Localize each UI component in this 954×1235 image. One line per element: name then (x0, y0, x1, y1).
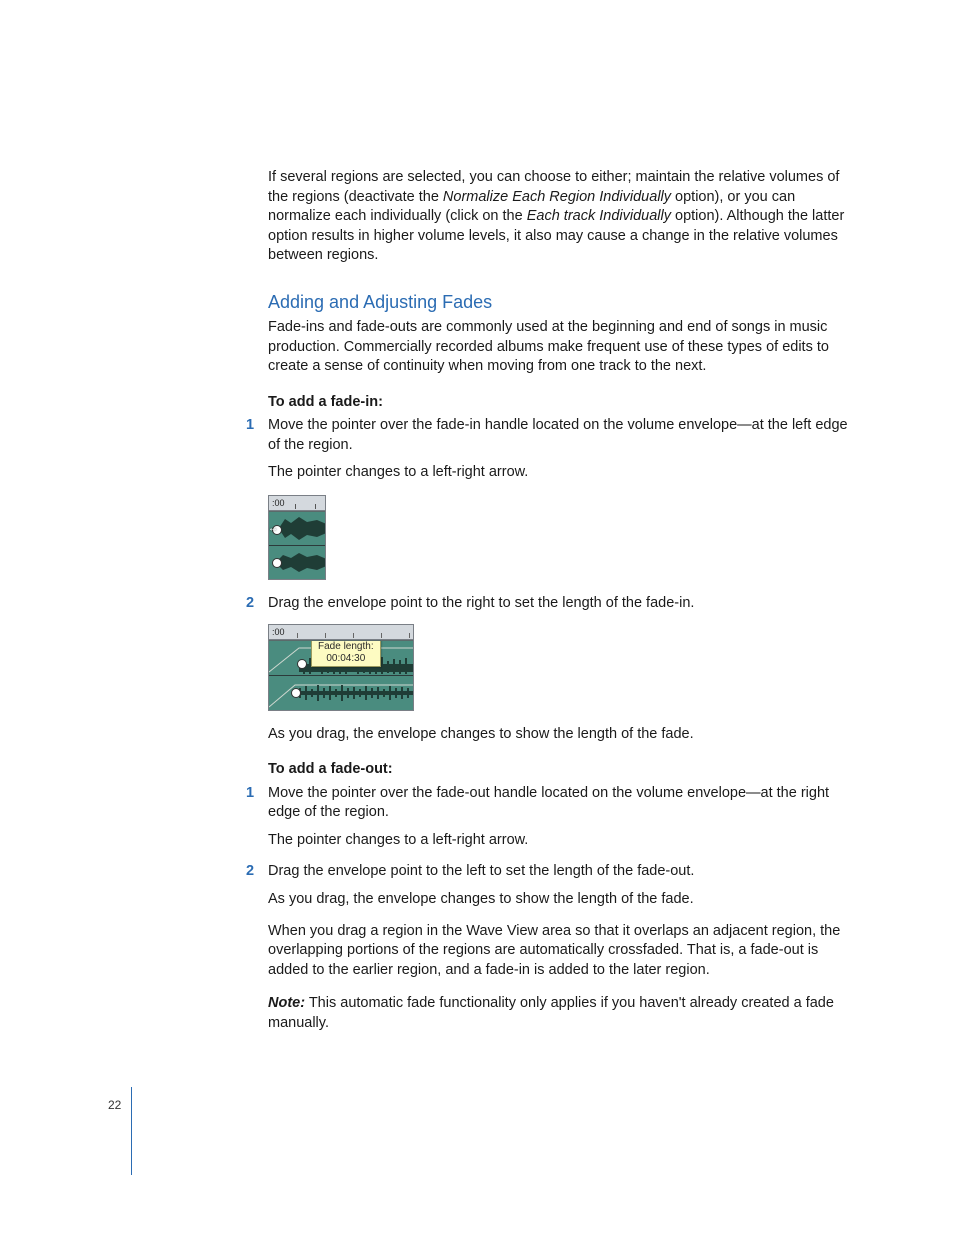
step-body: Move the pointer over the fade-in handle… (268, 416, 858, 455)
section-heading: Adding and Adjusting Fades (268, 290, 858, 314)
margin-rule (131, 1087, 132, 1175)
tooltip-value: 00:04:30 (318, 653, 374, 665)
ruler: :00 (269, 625, 413, 640)
ruler-ticks (269, 625, 413, 639)
fade-length-tooltip: Fade length: 00:04:30 (311, 640, 381, 667)
step-followup: The pointer changes to a left-right arro… (268, 463, 858, 483)
step-number: 2 (246, 594, 254, 614)
fadein-handle (291, 688, 301, 698)
step-number: 1 (246, 416, 254, 436)
step-body: Move the pointer over the fade-out handl… (268, 784, 858, 823)
ruler-label: :00 (272, 497, 285, 509)
page-content: If several regions are selected, you can… (268, 168, 858, 1047)
fadein-step-1: 1 Move the pointer over the fade-in hand… (268, 416, 858, 483)
waveform-bottom (269, 545, 325, 579)
step-number: 2 (246, 862, 254, 882)
figure-fadein-handle: :00 ↔ (268, 495, 326, 580)
fadein-step-2: 2 Drag the envelope point to the right t… (268, 594, 858, 614)
fadein-heading: To add a fade-in: (268, 393, 858, 413)
waveform-top: Fade length: 00:04:30 (269, 640, 413, 675)
step-number: 1 (246, 784, 254, 804)
fadeout-heading: To add a fade-out: (268, 760, 858, 780)
step-body: Drag the envelope point to the right to … (268, 594, 858, 614)
step-body: Drag the envelope point to the left to s… (268, 862, 858, 882)
fadein-handle (297, 659, 307, 669)
fadeout-step-2: 2 Drag the envelope point to the left to… (268, 862, 858, 909)
option-name-2: Each track Individually (527, 208, 671, 224)
page-number: 22 (108, 1097, 121, 1113)
step-followup: As you drag, the envelope changes to sho… (268, 890, 858, 910)
crossfade-paragraph: When you drag a region in the Wave View … (268, 922, 858, 981)
fadein-handle (271, 557, 281, 567)
intro-paragraph: If several regions are selected, you can… (268, 168, 858, 266)
waveform-top: ↔ (269, 511, 325, 545)
option-name-1: Normalize Each Region Individually (443, 189, 671, 205)
section-intro: Fade-ins and fade-outs are commonly used… (268, 318, 858, 377)
fadeout-step-1: 1 Move the pointer over the fade-out han… (268, 784, 858, 851)
waveform-bottom (269, 675, 413, 710)
ruler: :00 (269, 496, 325, 511)
tooltip-label: Fade length: (318, 641, 374, 653)
fadein-step-2-followup: As you drag, the envelope changes to sho… (268, 725, 858, 745)
note-body: This automatic fade functionality only a… (268, 995, 834, 1031)
fadein-handle: ↔ (271, 524, 281, 534)
left-right-arrow-icon: ↔ (269, 522, 278, 536)
step-followup: The pointer changes to a left-right arro… (268, 831, 858, 851)
note-paragraph: Note: This automatic fade functionality … (268, 994, 858, 1033)
figure-fade-length: :00 Fade length: 00:04:30 (268, 624, 414, 711)
note-label: Note: (268, 995, 305, 1011)
